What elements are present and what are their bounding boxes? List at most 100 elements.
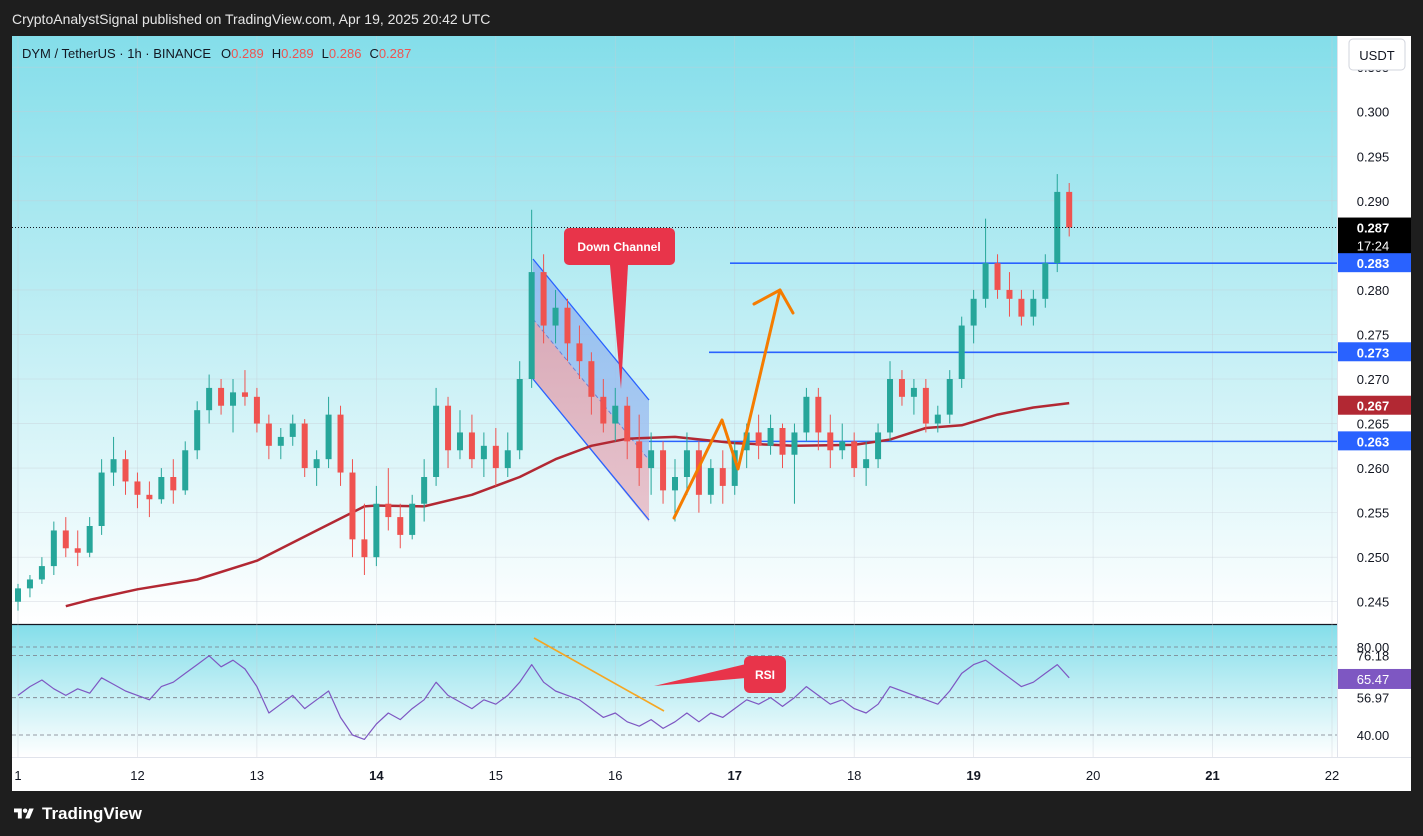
- candle-body: [504, 450, 511, 469]
- candle-body: [253, 396, 260, 424]
- candle-body: [38, 566, 45, 580]
- candle-body: [98, 472, 105, 526]
- candle-body: [755, 432, 762, 446]
- candle-body: [265, 423, 272, 446]
- time-axis-ticks: 1 12 13 14 15 16 17 18 19 20 21 22: [14, 768, 1339, 783]
- high-value: 0.289: [281, 46, 314, 61]
- price-tick-label: 0.260: [1357, 461, 1390, 476]
- candle-body: [456, 432, 463, 451]
- candle-body: [122, 459, 129, 482]
- candle-body: [791, 432, 798, 455]
- footer-bar: [0, 791, 1423, 836]
- currency-button[interactable]: USDT: [1348, 38, 1406, 71]
- candle-body: [779, 428, 786, 455]
- candle-body: [946, 379, 953, 415]
- publish-line: CryptoAnalystSignal published on Trading…: [12, 11, 491, 27]
- candle-body: [922, 387, 929, 424]
- candle-body: [672, 477, 678, 491]
- time-tick-label: 1: [14, 768, 21, 783]
- candle-body: [301, 423, 308, 469]
- candle-body: [421, 477, 428, 504]
- rsi-callout-text: RSI: [755, 668, 775, 682]
- rsi-axis-ticks: 80.0076.1856.9740.00: [1357, 640, 1390, 743]
- candle-body: [624, 405, 631, 442]
- candle-body: [588, 361, 595, 397]
- price-tick-label: 0.295: [1357, 149, 1390, 164]
- candle-body: [576, 343, 583, 362]
- chart-canvas[interactable]: Down Channel RSI DYM / TetherUS · 1h · B…: [12, 36, 1411, 791]
- publish-header: CryptoAnalystSignal published on Trading…: [0, 0, 1423, 36]
- candle-body: [1042, 263, 1049, 299]
- rsi-value-tag: 65.47: [1338, 668, 1411, 689]
- footer-brand: TradingView: [42, 804, 142, 823]
- moving-average-tag: 0.267: [1338, 395, 1411, 415]
- candle-body: [934, 414, 941, 424]
- level-price-tag-value: 0.263: [1357, 434, 1390, 449]
- rsi-tick-label: 40.00: [1357, 728, 1390, 743]
- main-pane-background: [12, 36, 1337, 624]
- candle-body: [361, 539, 368, 558]
- price-tick-label: 0.290: [1357, 194, 1390, 209]
- candle-body: [958, 325, 965, 379]
- candle-body: [851, 441, 858, 469]
- candle-body: [218, 387, 225, 406]
- candle-body: [62, 530, 69, 549]
- candle-body: [994, 263, 1001, 290]
- price-tick-label: 0.275: [1357, 327, 1390, 342]
- chart-frame: Down Channel RSI DYM / TetherUS · 1h · B…: [12, 36, 1411, 791]
- tradingview-logo-icon: [14, 808, 34, 819]
- price-tick-label: 0.250: [1357, 550, 1390, 565]
- candle-body: [277, 436, 284, 446]
- candle-body: [158, 477, 165, 500]
- candle-body: [612, 405, 619, 424]
- candle-body: [683, 450, 690, 477]
- candle-body: [110, 459, 117, 473]
- low-label: L: [322, 46, 329, 61]
- candle-body: [898, 379, 905, 397]
- candle-body: [636, 441, 643, 469]
- candle-body: [552, 307, 559, 326]
- time-tick-label: 18: [847, 768, 861, 783]
- candle-body: [564, 307, 571, 344]
- rsi-tick-label: 56.97: [1357, 691, 1390, 706]
- candle-body: [289, 423, 296, 437]
- moving-average-tag-value: 0.267: [1357, 399, 1390, 414]
- candle-body: [516, 379, 523, 451]
- last-price-tag-value: 0.287: [1357, 221, 1390, 236]
- candle-body: [337, 414, 344, 473]
- candle-body: [1030, 298, 1037, 317]
- level-price-tag-value: 0.273: [1357, 345, 1390, 360]
- candle-body: [648, 450, 655, 469]
- open-value: 0.289: [231, 46, 264, 61]
- candle-body: [409, 503, 416, 535]
- candle-body: [206, 387, 213, 411]
- candle-body: [839, 441, 846, 451]
- candle-body: [707, 468, 714, 495]
- candle-body: [528, 272, 535, 379]
- candle-body: [767, 428, 774, 446]
- candle-body: [325, 414, 332, 460]
- high-label: H: [272, 46, 281, 61]
- candle-body: [373, 503, 380, 558]
- time-tick-label: 22: [1325, 768, 1339, 783]
- time-tick-label: 13: [250, 768, 264, 783]
- candle-body: [815, 396, 822, 433]
- last-price-tag: 0.287 17:24: [1338, 217, 1411, 256]
- candle-body: [910, 387, 917, 397]
- candle-body: [397, 517, 404, 535]
- time-tick-label: 20: [1086, 768, 1100, 783]
- candle-body: [86, 526, 93, 553]
- time-tick-label: 15: [489, 768, 503, 783]
- candle-body: [970, 298, 977, 326]
- candle-body: [480, 445, 487, 460]
- candle-body: [385, 503, 392, 518]
- time-tick-label: 16: [608, 768, 622, 783]
- candle-body: [875, 432, 882, 460]
- time-tick-label: 12: [130, 768, 144, 783]
- candle-body: [982, 263, 989, 299]
- countdown-tag-value: 17:24: [1357, 239, 1390, 254]
- candle-body: [170, 477, 177, 491]
- candle-body: [230, 392, 237, 406]
- candle-body: [1066, 191, 1073, 228]
- open-label: O: [221, 46, 231, 61]
